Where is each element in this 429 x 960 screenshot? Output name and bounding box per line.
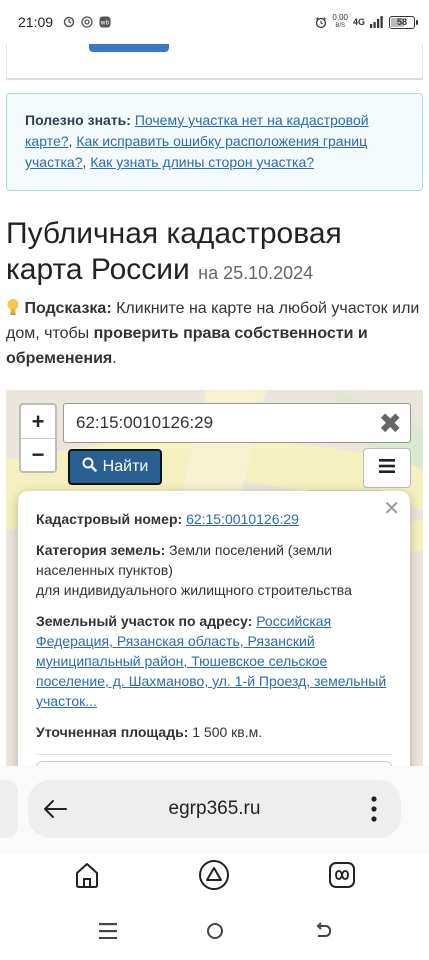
back-icon[interactable] <box>310 918 336 944</box>
cadastral-number-link[interactable]: 62:15:0010126:29 <box>186 511 299 527</box>
blue-tab-button[interactable] <box>89 44 169 52</box>
popup-close-icon[interactable]: ✕ <box>383 499 400 519</box>
cadastral-number-label: Кадастровый номер: <box>36 511 183 527</box>
alice-assistant-icon[interactable] <box>197 858 231 892</box>
map-menu-button[interactable] <box>363 448 411 488</box>
land-category-row: Категория земель: Земли поселений (земли… <box>36 540 392 600</box>
status-time: 21:09 <box>18 14 54 30</box>
parcel-info-popup: ✕ Кадастровый номер: 62:15:0010126:29 Ка… <box>18 491 410 766</box>
hamburger-icon <box>379 458 395 478</box>
url-text[interactable]: egrp365.ru <box>28 798 401 820</box>
area-label: Уточненная площадь: <box>36 724 189 740</box>
battery-icon: 58 <box>389 15 418 29</box>
at-icon <box>81 16 93 28</box>
clear-icon[interactable]: ✖ <box>379 410 402 438</box>
status-bar: 21:09 wb 0,00 B/S 4G 58 <box>0 0 429 44</box>
home-icon[interactable] <box>70 858 104 892</box>
search-icon <box>82 457 97 477</box>
search-input-value: 62:15:0010126:29 <box>76 413 214 432</box>
hint-label: Подсказка: <box>24 300 112 317</box>
find-button-label: Найти <box>102 458 149 475</box>
land-category-label: Категория земель: <box>36 542 166 558</box>
home-circle-icon[interactable] <box>202 918 228 944</box>
previous-tab-pill[interactable] <box>0 780 18 838</box>
lightbulb-icon <box>6 299 24 317</box>
land-use-value: для индивидуального жилищного строительс… <box>36 582 352 598</box>
page-title: Публичная кадастровая карта России на 25… <box>6 216 423 291</box>
browser-nav <box>0 854 429 900</box>
info-sep: , <box>68 133 73 149</box>
zoom-control: + − <box>19 403 57 473</box>
url-pill[interactable]: egrp365.ru <box>28 780 401 838</box>
alarm-icon <box>315 16 327 28</box>
more-options-icon[interactable] <box>371 796 377 827</box>
hint-paragraph: Подсказка: Кликните на карте на любой уч… <box>6 296 423 371</box>
cadastral-map[interactable]: + − 62:15:0010126:29 ✖ Найти ✕ Кадастров… <box>6 390 423 766</box>
back-arrow-icon[interactable] <box>42 797 68 826</box>
link-side-lengths[interactable]: Как узнать длины сторон участка? <box>90 154 314 170</box>
area-value: 1 500 кв.м. <box>192 724 263 740</box>
sync-icon <box>63 16 75 28</box>
popup-divider <box>36 754 392 755</box>
system-navigation-bar <box>0 900 429 960</box>
net-speed: 0,00 B/S <box>332 13 348 30</box>
address-label: Земельный участок по адресу: <box>36 613 253 629</box>
area-row: Уточненная площадь: 1 500 кв.м. <box>36 722 392 742</box>
zoom-out-button[interactable]: − <box>21 438 55 471</box>
app-notification-icon: wb <box>99 16 111 28</box>
top-strip <box>6 44 423 80</box>
cadastral-search-input[interactable]: 62:15:0010126:29 ✖ <box>63 403 411 443</box>
zoom-in-button[interactable]: + <box>21 405 55 438</box>
useful-info-box: Полезно знать: Почему участка нет на кад… <box>6 93 423 191</box>
web-page: Полезно знать: Почему участка нет на кад… <box>0 44 429 766</box>
info-label: Полезно знать: <box>25 112 131 128</box>
address-row: Земельный участок по адресу: Российская … <box>36 611 392 711</box>
tabs-icon[interactable] <box>325 858 359 892</box>
network-type: 4G <box>352 17 365 27</box>
signal-icon <box>370 16 384 28</box>
hint-end: . <box>112 350 117 367</box>
info-sep: , <box>82 154 87 170</box>
page-title-date: на 25.10.2024 <box>198 263 314 283</box>
cadastral-number-row: Кадастровый номер: 62:15:0010126:29 <box>36 509 392 529</box>
browser-address-bar: egrp365.ru <box>0 766 429 854</box>
svg-text:wb: wb <box>101 20 110 27</box>
find-button[interactable]: Найти <box>68 449 162 485</box>
recent-apps-icon[interactable] <box>95 918 121 944</box>
